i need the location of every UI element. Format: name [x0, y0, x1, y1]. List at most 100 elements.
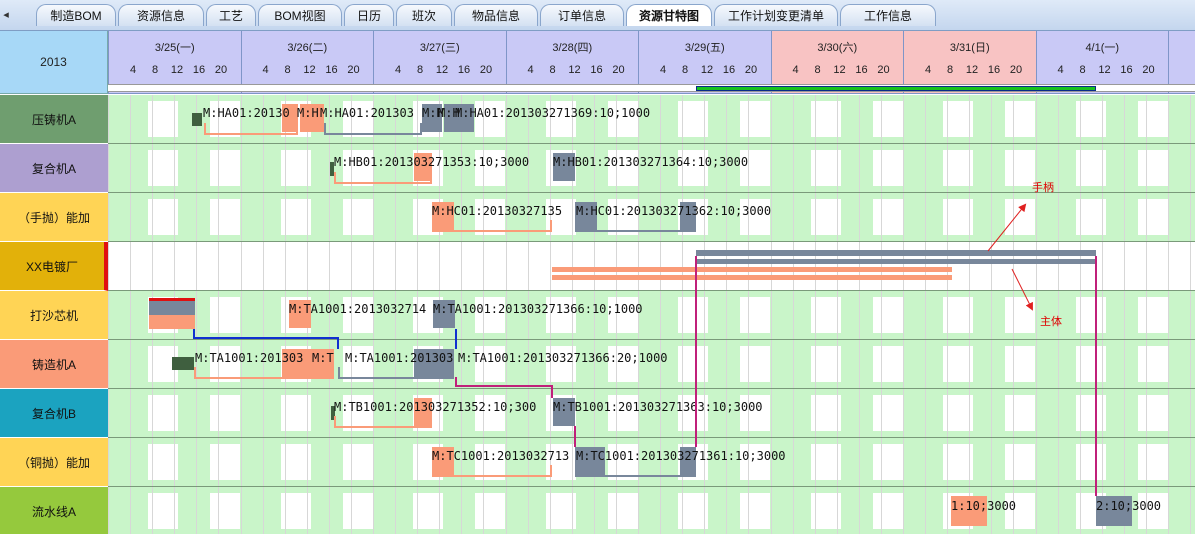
task-label: M:TC1001:2013032713 [432, 449, 570, 463]
hour-tick: 8 [284, 64, 291, 76]
task-span [575, 465, 696, 477]
task-bar[interactable] [192, 113, 202, 126]
hour-tick: 4 [659, 64, 667, 76]
hour-tick: 20 [1009, 64, 1023, 76]
resource-gantt-chart: 2013 3/25(一) 4 8 12 16 20 3/26(二) 4 8 12 16 20 3/27(… [0, 31, 1195, 534]
hour-tick: 12 [700, 64, 714, 76]
task-label: M:HC01:20130327135 [432, 204, 563, 218]
day-label: 3/28(四) [552, 42, 593, 54]
hour-tick: 12 [833, 64, 846, 76]
hour-tick: 12 [965, 64, 979, 76]
task-span [334, 416, 432, 428]
day-label: 3/26(二) [287, 42, 328, 54]
resource-label[interactable]: 铸造机A [0, 340, 108, 389]
hour-tick: 4 [1057, 64, 1064, 76]
tab-order-info[interactable]: 订单信息 [540, 4, 624, 26]
task-label: M:TB1001:201303271352:10;300 [334, 400, 537, 414]
hour-tick: 20 [744, 64, 758, 76]
task-bar[interactable] [696, 259, 1096, 264]
hour-tick: 8 [814, 64, 821, 76]
hour-tick: 4 [792, 64, 799, 76]
resource-label[interactable]: 流水线A [0, 487, 108, 534]
hour-tick: 12 [1098, 64, 1111, 76]
task-label: 2:10;3000 [1096, 499, 1162, 513]
hour-tick: 20 [612, 64, 625, 76]
hour-tick: 20 [214, 64, 228, 76]
task-span [575, 220, 696, 232]
tab-shift[interactable]: 班次 [396, 4, 452, 26]
tab-calendar[interactable]: 日历 [344, 4, 394, 26]
tab-bar: ◂ 制造BOM 资源信息 工艺 BOM视图 日历 班次 物品信息 订单信息 资源… [0, 0, 1195, 31]
day-label: 3/29(五) [684, 42, 725, 54]
hour-tick: 16 [855, 64, 868, 76]
day-label: 3/25(一) [154, 42, 195, 54]
hour-tick: 16 [457, 64, 471, 76]
task-label: M:TA1001:2013032714 [289, 302, 427, 316]
resource-row [108, 487, 1195, 534]
task-label: M:H [297, 106, 319, 120]
hour-tick: 12 [303, 64, 316, 76]
resource-row [108, 291, 1195, 340]
task-span [204, 123, 298, 135]
day-label: 4/1(一) [1085, 42, 1120, 54]
resource-label[interactable]: 打沙芯机 [0, 291, 108, 340]
task-bar[interactable] [696, 250, 1096, 256]
task-label: M:TA1001:201303 [345, 351, 454, 365]
hour-tick: 4 [527, 64, 534, 76]
task-label: M:HB01:201303271364:10;3000 [553, 155, 749, 169]
progress-bar [696, 86, 1096, 91]
hour-tick: 16 [192, 64, 206, 76]
resource-label[interactable]: （手抛）能加 [0, 193, 108, 242]
task-bar[interactable] [149, 301, 195, 315]
task-span [432, 465, 552, 477]
hour-tick: 8 [946, 64, 954, 76]
hour-tick: 4 [129, 64, 137, 76]
hour-tick: 16 [325, 64, 338, 76]
tab-work-plan-changes[interactable]: 工作计划变更清单 [714, 4, 838, 26]
tab-resource-info[interactable]: 资源信息 [118, 4, 204, 26]
task-label: M:HA01:201303 [320, 106, 414, 120]
task-label: M:TA1001:201303 [195, 351, 304, 365]
task-label: M:TC1001:201303271361:10;3000 [576, 449, 786, 463]
hour-tick: 8 [416, 64, 424, 76]
hour-tick: 20 [877, 64, 890, 76]
hour-tick: 20 [1142, 64, 1155, 76]
resource-label[interactable]: 复合机B [0, 389, 108, 438]
resource-label[interactable]: （铜抛）能加 [0, 438, 108, 487]
tab-process[interactable]: 工艺 [206, 4, 256, 26]
task-label: 1:10;3000 [951, 499, 1017, 513]
hour-tick: 8 [681, 64, 689, 76]
tab-bom-view[interactable]: BOM视图 [258, 4, 342, 26]
task-bar[interactable] [149, 315, 195, 329]
resource-label[interactable]: XX电镀厂 [0, 242, 108, 291]
callout-body: 主体 [1040, 316, 1062, 328]
resource-label[interactable]: 复合机A [0, 144, 108, 193]
task-label: M:T [312, 351, 334, 365]
tab-work-info[interactable]: 工作信息 [840, 4, 936, 26]
year-header: 2013 [0, 31, 108, 94]
tab-resource-gantt[interactable]: 资源甘特图 [626, 4, 712, 26]
task-bar[interactable] [172, 357, 194, 370]
task-span [432, 220, 552, 232]
hour-tick: 4 [394, 64, 402, 76]
resource-label[interactable]: 压铸机A [0, 95, 108, 144]
task-span [324, 123, 422, 135]
left-arrow-icon[interactable]: ◂ [0, 6, 12, 24]
hour-tick: 8 [151, 64, 159, 76]
task-span [338, 367, 454, 379]
hour-tick: 20 [479, 64, 493, 76]
day-label: 3/30(六) [817, 42, 858, 54]
task-label: M:HB01:201303271353:10;3000 [334, 155, 530, 169]
hour-tick: 12 [568, 64, 581, 76]
callout-handle: 手柄 [1032, 182, 1054, 194]
task-label: M:HA01:20130 [203, 106, 290, 120]
tab-manufacturing-bom[interactable]: 制造BOM [36, 4, 116, 26]
hour-tick: 8 [1079, 64, 1086, 76]
tab-item-info[interactable]: 物品信息 [454, 4, 538, 26]
task-label: M:HC01:201303271362:10;3000 [576, 204, 772, 218]
task-bar[interactable] [552, 267, 952, 272]
task-bar[interactable] [552, 275, 952, 280]
hour-tick: 4 [262, 64, 269, 76]
task-label: M:TB1001:201303271363:10;3000 [553, 400, 763, 414]
hour-tick: 20 [347, 64, 360, 76]
